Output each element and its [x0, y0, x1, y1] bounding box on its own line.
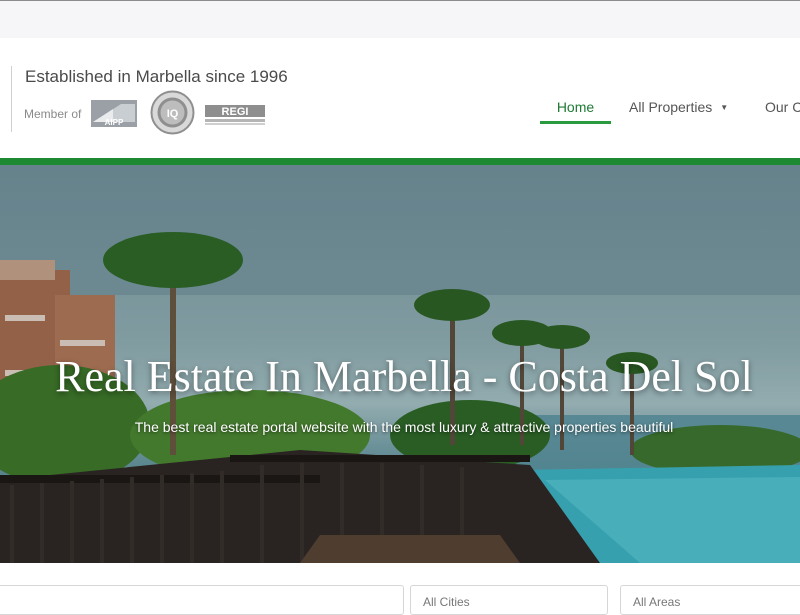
nav-active-indicator — [540, 121, 611, 124]
hero-title: Real Estate In Marbella - Costa Del Sol — [55, 352, 753, 401]
regi-logo-text: REGI — [222, 106, 249, 118]
aipp-logo-text: AIPP — [105, 118, 124, 127]
city-select-placeholder: All Cities — [423, 595, 470, 609]
header-green-bar — [0, 158, 800, 165]
member-of-label: Member of — [24, 107, 82, 121]
area-select[interactable]: All Areas — [620, 585, 800, 615]
iq-logo-text: IQ — [167, 108, 179, 120]
iq-logo[interactable]: IQ — [150, 90, 195, 135]
nav-all-properties[interactable]: All Properties ▼ — [629, 96, 728, 118]
dropdown-caret-icon: ▼ — [720, 103, 729, 112]
header-divider — [11, 66, 12, 132]
site-header: Established in Marbella since 1996 Membe… — [0, 38, 800, 158]
nav-our-company[interactable]: Our Co — [765, 96, 800, 118]
aipp-logo[interactable]: AIPP — [91, 100, 137, 127]
nav-our-company-label: Our Co — [765, 99, 800, 115]
browser-top-strip — [0, 0, 800, 38]
nav-all-properties-label: All Properties — [629, 99, 713, 115]
hero-banner: Real Estate In Marbella - Costa Del Sol … — [0, 165, 800, 563]
property-search-bar: All Cities All Areas — [0, 563, 800, 615]
nav-home[interactable]: Home — [540, 96, 611, 124]
area-select-placeholder: All Areas — [633, 595, 681, 609]
nav-home-label: Home — [556, 99, 595, 115]
city-select[interactable]: All Cities — [410, 585, 608, 615]
hero-subtitle: The best real estate portal website with… — [134, 419, 674, 435]
regi-logo[interactable]: REGI — [205, 102, 265, 126]
search-keyword-field[interactable] — [0, 585, 404, 615]
site-tagline: Established in Marbella since 1996 — [25, 67, 288, 86]
